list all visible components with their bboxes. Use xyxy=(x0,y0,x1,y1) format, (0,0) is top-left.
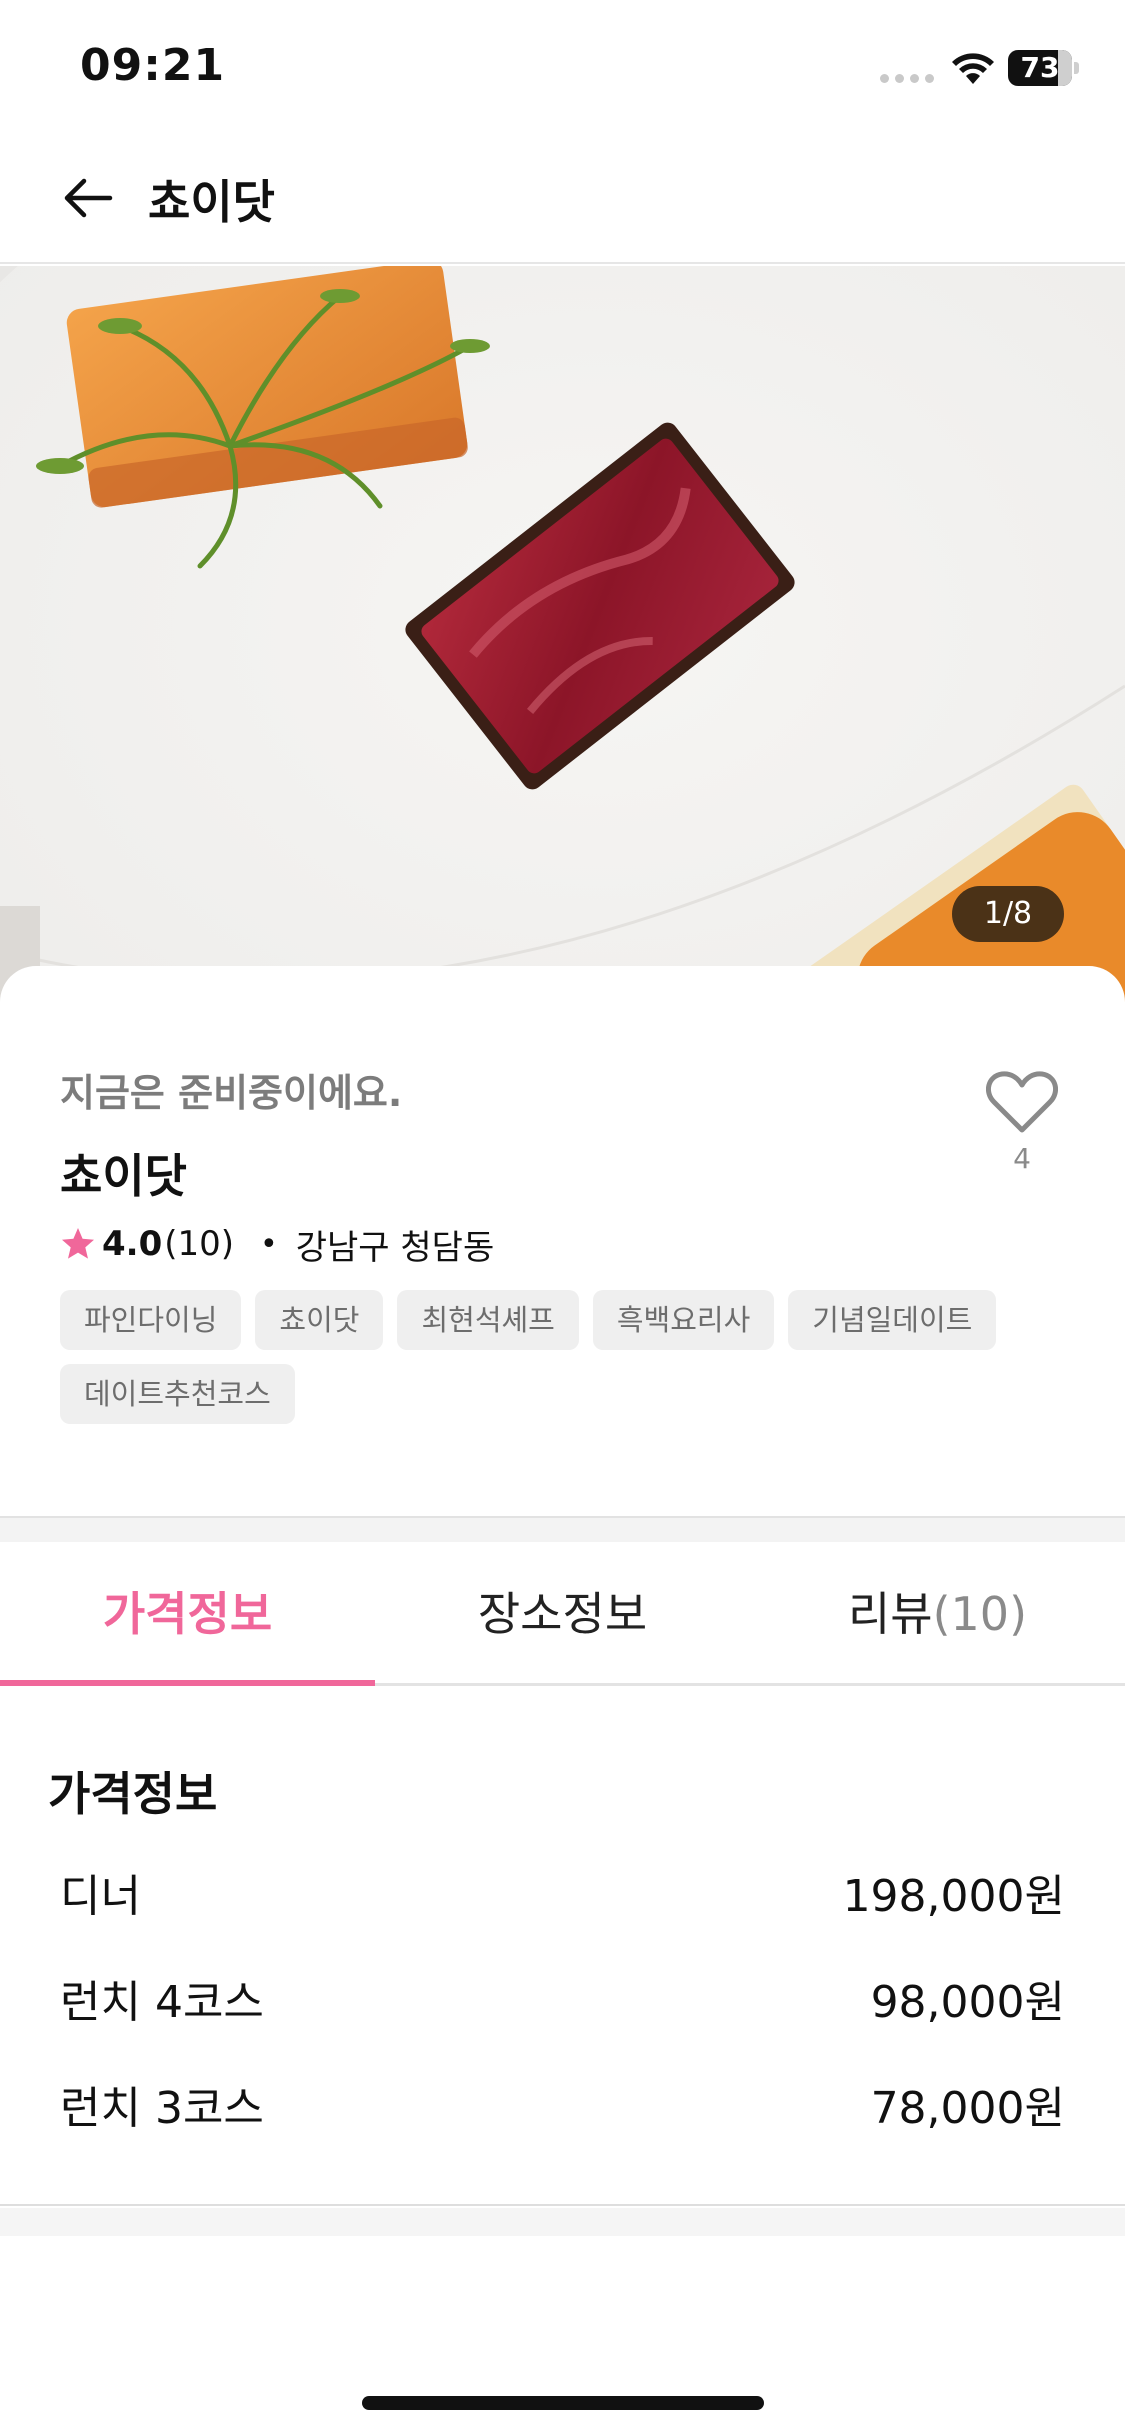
separator-dot: • xyxy=(260,1226,278,1262)
section-divider xyxy=(0,1518,1125,1542)
tag-chip[interactable]: 파인다이닝 xyxy=(60,1290,242,1350)
rating-review-count: (10) xyxy=(164,1224,235,1264)
tab-label: 가격정보 xyxy=(102,1587,273,1641)
restaurant-photo-carousel[interactable]: 1/8 xyxy=(0,266,1125,1006)
menu-name: 런치 4코스 xyxy=(60,1977,264,2028)
arrow-left-icon[interactable] xyxy=(60,170,116,226)
open-status-text: 지금은 준비중이에요. xyxy=(60,1071,403,1115)
star-icon xyxy=(62,1228,94,1259)
tag-list: 파인다이닝 쵸이닷 최현석셰프 흑백요리사 기념일데이트 데이트추천코스 xyxy=(60,1290,1080,1424)
section-divider xyxy=(0,2208,1125,2236)
price-info-section: 가격정보 디너 198,000원 런치 4코스 98,000원 런치 3코스 7… xyxy=(0,1686,1125,2206)
tag-chip[interactable]: 쵸이닷 xyxy=(255,1290,384,1350)
like-count: 4 xyxy=(1013,1142,1031,1175)
tab-label: 리뷰 xyxy=(847,1587,933,1641)
page-title: 쵸이닷 xyxy=(148,175,275,229)
battery-icon: 73 xyxy=(1008,50,1079,86)
menu-price: 198,000원 xyxy=(842,1871,1065,1922)
status-bar: 09:21 73 xyxy=(0,0,1125,130)
rating-value: 4.0 xyxy=(102,1224,163,1264)
price-row: 디너 198,000원 xyxy=(60,1860,1065,1930)
restaurant-detail-screen: 09:21 73 쵸이닷 1/8 지금은 준비중이에요. 쵸이닷 4 4.0 (… xyxy=(0,0,1125,2436)
photo-counter: 1/8 xyxy=(952,886,1064,942)
heart-icon xyxy=(986,1071,1058,1133)
tag-chip[interactable]: 흑백요리사 xyxy=(592,1290,775,1350)
tab-reviews[interactable]: 리뷰(10) xyxy=(750,1542,1125,1686)
tag-chip[interactable]: 기념일데이트 xyxy=(788,1290,997,1350)
rating-row: 4.0 (10) • 강남구 청담동 xyxy=(60,1220,494,1268)
menu-name: 디너 xyxy=(60,1871,141,1922)
tag-chip[interactable]: 데이트추천코스 xyxy=(60,1364,295,1424)
cellular-signal-icon xyxy=(880,74,934,83)
restaurant-name: 쵸이닷 xyxy=(60,1149,187,1203)
section-title: 가격정보 xyxy=(48,1767,218,1821)
tab-place-info[interactable]: 장소정보 xyxy=(375,1542,750,1686)
restaurant-info-card: 지금은 준비중이에요. 쵸이닷 4 4.0 (10) • 강남구 청담동 파인다… xyxy=(0,966,1125,1518)
detail-tabs: 가격정보 장소정보 리뷰(10) xyxy=(0,1542,1125,1686)
battery-level: 73 xyxy=(1020,51,1060,84)
tab-label: 장소정보 xyxy=(477,1587,648,1641)
menu-price: 78,000원 xyxy=(870,2083,1065,2134)
price-row: 런치 4코스 98,000원 xyxy=(60,1966,1065,2036)
tab-price-info[interactable]: 가격정보 xyxy=(0,1542,375,1686)
price-row: 런치 3코스 78,000원 xyxy=(60,2072,1065,2142)
top-nav-bar: 쵸이닷 xyxy=(0,130,1125,264)
menu-price: 98,000원 xyxy=(870,1977,1065,2028)
tab-review-count: (10) xyxy=(932,1587,1028,1641)
wifi-icon xyxy=(952,53,994,84)
like-button[interactable]: 4 xyxy=(982,1066,1062,1176)
status-time: 09:21 xyxy=(80,40,226,91)
menu-name: 런치 3코스 xyxy=(60,2083,264,2134)
location-text: 강남구 청담동 xyxy=(295,1227,495,1268)
food-photo xyxy=(0,266,1125,1006)
home-indicator[interactable] xyxy=(362,2396,764,2410)
tag-chip[interactable]: 최현석셰프 xyxy=(397,1290,579,1350)
